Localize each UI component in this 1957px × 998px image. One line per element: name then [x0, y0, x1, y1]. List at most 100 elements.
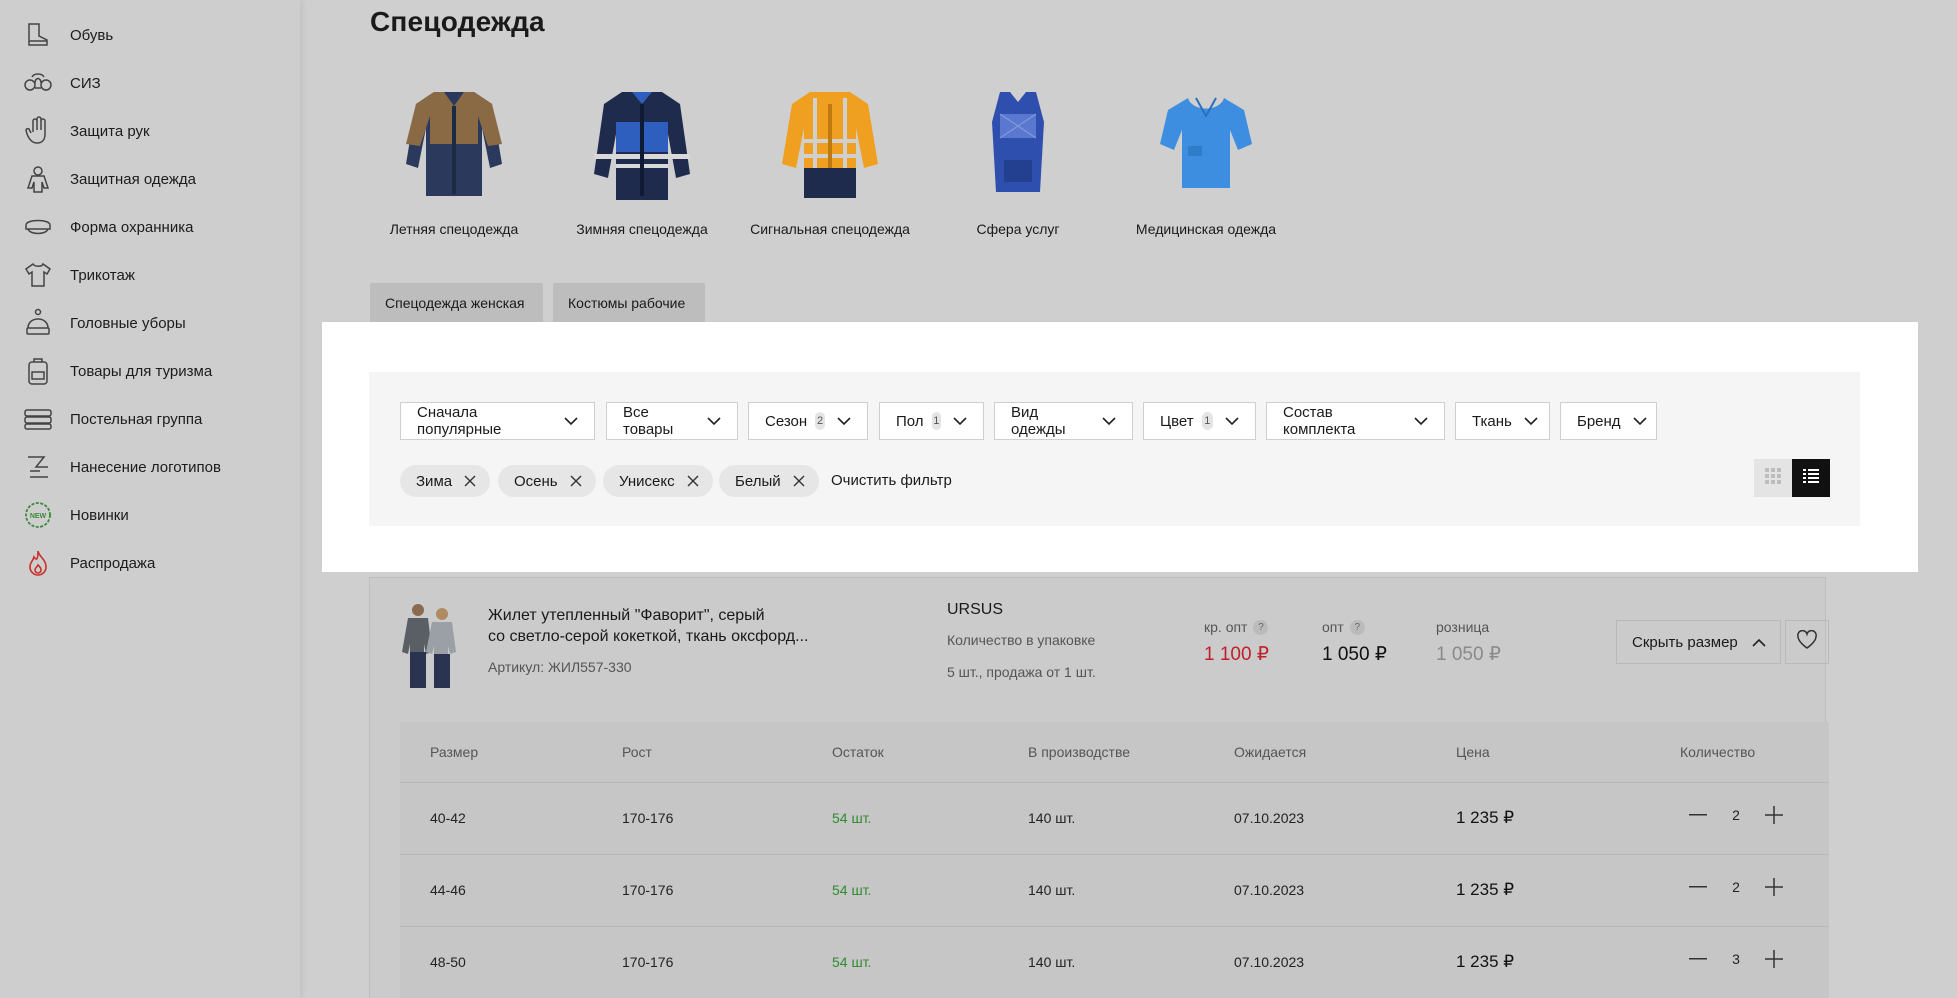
backpack-icon	[22, 355, 54, 387]
row-divider	[400, 854, 1829, 855]
close-icon[interactable]	[687, 475, 699, 487]
chevron-down-icon	[1633, 416, 1647, 426]
help-icon[interactable]: ?	[1253, 619, 1269, 635]
dropdown-label: Сезон	[765, 412, 808, 430]
chevron-up-icon	[1752, 634, 1766, 651]
subcategory-womens-workwear[interactable]: Спецодежда женская	[370, 283, 543, 323]
price-label-text: опт	[1322, 619, 1344, 635]
sidebar-item-guard-uniform[interactable]: Форма охранника	[22, 209, 193, 245]
cell-price: 1 235 ₽	[1456, 808, 1515, 827]
quantity-stepper: 2	[1683, 806, 1789, 824]
sidebar-item-logo-printing[interactable]: Нанесение логотипов	[22, 449, 221, 485]
grid-icon	[1764, 467, 1782, 490]
filter-count-badge: 2	[815, 412, 825, 430]
sidebar-item-sale[interactable]: Распродажа	[22, 545, 155, 581]
sidebar-item-footwear[interactable]: Обувь	[22, 17, 113, 53]
plus-icon[interactable]	[1759, 950, 1789, 968]
plus-icon[interactable]	[1759, 806, 1789, 824]
sidebar-item-knitwear[interactable]: Трикотаж	[22, 257, 135, 293]
size-table	[400, 722, 1829, 998]
product-name-line: Жилет утепленный "Фаворит", серый	[488, 607, 765, 624]
quantity-value[interactable]: 3	[1713, 951, 1759, 967]
sidebar-item-bedding[interactable]: Постельная группа	[22, 401, 202, 437]
category-signal-workwear[interactable]: Сигнальная спецодежда	[735, 82, 925, 237]
filter-brand-dropdown[interactable]: Бренд	[1560, 402, 1657, 440]
cell-expected: 07.10.2023	[1234, 954, 1305, 970]
sidebar-item-label: Нанесение логотипов	[70, 458, 221, 476]
filter-fabric-dropdown[interactable]: Ткань	[1455, 402, 1550, 440]
cell-stock: 54 шт.	[832, 882, 872, 898]
category-label: Зимняя спецодежда	[576, 221, 708, 237]
price-retail: 1 050 ₽	[1436, 644, 1501, 665]
column-header-stock: Остаток	[832, 744, 884, 760]
quantity-value[interactable]: 2	[1713, 807, 1759, 823]
sidebar-item-tourism[interactable]: Товары для туризма	[22, 353, 212, 389]
filter-color-dropdown[interactable]: Цвет 1	[1143, 402, 1256, 440]
category-label: Медицинская одежда	[1135, 221, 1277, 237]
help-icon[interactable]: ?	[1349, 619, 1365, 635]
filter-clothing-type-dropdown[interactable]: Вид одежды	[994, 402, 1133, 440]
sidebar-item-protective-clothing[interactable]: Защитная одежда	[22, 161, 196, 197]
category-service[interactable]: Сфера услуг	[923, 82, 1113, 237]
plus-icon[interactable]	[1759, 878, 1789, 896]
summer-jacket-icon	[359, 82, 549, 204]
chevron-down-icon	[953, 416, 967, 426]
cell-stock: 54 шт.	[832, 810, 872, 826]
filter-gender-dropdown[interactable]: Пол 1	[879, 402, 984, 440]
minus-icon[interactable]	[1683, 814, 1713, 816]
new-badge-icon: NEW	[22, 499, 54, 531]
quantity-value[interactable]: 2	[1713, 879, 1759, 895]
minus-icon[interactable]	[1683, 958, 1713, 960]
signal-jacket-icon	[735, 82, 925, 204]
filter-panel	[369, 372, 1860, 526]
cell-production: 140 шт.	[1028, 882, 1076, 898]
filter-kit-composition-dropdown[interactable]: Состав комплекта	[1266, 402, 1445, 440]
hide-size-button[interactable]: Скрыть размер	[1616, 620, 1781, 664]
pack-quantity-value: 5 шт., продажа от 1 шт.	[947, 664, 1096, 680]
close-icon[interactable]	[570, 475, 582, 487]
cell-stock: 54 шт.	[832, 954, 872, 970]
svg-text:NEW: NEW	[30, 513, 47, 520]
chevron-down-icon	[1524, 416, 1538, 426]
favorite-button[interactable]	[1785, 620, 1829, 664]
grid-view-button[interactable]	[1754, 459, 1792, 497]
filter-season-dropdown[interactable]: Сезон 2	[748, 402, 868, 440]
active-filter-tag: Осень	[498, 465, 596, 497]
price-small-wholesale: 1 100 ₽	[1204, 644, 1269, 665]
clear-filter-link[interactable]: Очистить фильтр	[831, 472, 952, 489]
category-summer-workwear[interactable]: Летняя спецодежда	[359, 82, 549, 237]
beanie-icon	[22, 307, 54, 339]
product-name[interactable]: Жилет утепленный "Фаворит", серый со све…	[488, 605, 828, 647]
sort-dropdown[interactable]: Сначала популярные	[400, 402, 595, 440]
sidebar-item-label: Защита рук	[70, 122, 150, 140]
dropdown-label: Бренд	[1577, 412, 1621, 430]
column-header-size: Размер	[430, 744, 479, 760]
sidebar-item-ppe[interactable]: СИЗ	[22, 65, 101, 101]
sidebar-item-label: Новинки	[70, 506, 129, 524]
close-icon[interactable]	[464, 475, 476, 487]
guard-cap-icon	[22, 211, 54, 243]
quantity-stepper: 3	[1683, 950, 1789, 968]
category-medical[interactable]: Медицинская одежда	[1111, 82, 1301, 237]
column-header-expected: Ожидается	[1234, 744, 1307, 760]
dropdown-label: Цвет	[1160, 412, 1194, 430]
minus-icon[interactable]	[1683, 886, 1713, 888]
tshirt-icon	[22, 259, 54, 291]
fire-icon	[22, 547, 54, 579]
category-winter-workwear[interactable]: Зимняя спецодежда	[547, 82, 737, 237]
list-view-button[interactable]	[1792, 459, 1830, 497]
subcategory-work-suits[interactable]: Костюмы рабочие	[553, 283, 705, 323]
tag-label: Осень	[514, 472, 558, 490]
product-image[interactable]	[396, 600, 466, 690]
cell-production: 140 шт.	[1028, 954, 1076, 970]
sidebar-item-new[interactable]: NEW Новинки	[22, 497, 129, 533]
filter-count-badge: 1	[931, 412, 941, 430]
filter-all-products-dropdown[interactable]: Все товары	[606, 402, 738, 440]
dropdown-label: Вид одежды	[1011, 404, 1066, 438]
tag-label: Зима	[416, 472, 453, 490]
tag-label: Белый	[735, 472, 781, 490]
respirator-icon	[22, 67, 54, 99]
close-icon[interactable]	[793, 475, 805, 487]
sidebar-item-headwear[interactable]: Головные уборы	[22, 305, 186, 341]
sidebar-item-hand-protection[interactable]: Защита рук	[22, 113, 150, 149]
